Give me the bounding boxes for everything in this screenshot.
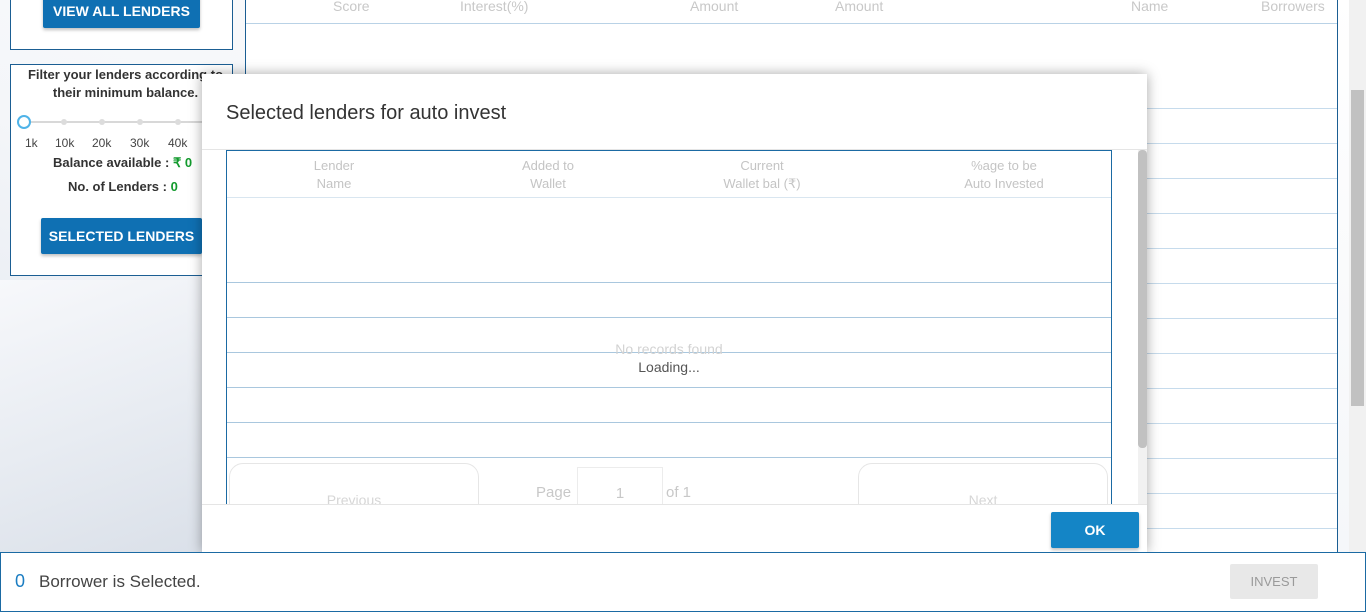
column-header-line: %age to be xyxy=(971,158,1037,173)
slider-tick-dot xyxy=(61,119,67,125)
column-header: Score xyxy=(333,0,370,14)
balance-value: ₹ 0 xyxy=(172,155,193,170)
column-header-line: Name xyxy=(316,176,352,191)
row-divider xyxy=(227,387,1111,388)
previous-page-button[interactable]: Previous xyxy=(229,463,479,504)
invest-button[interactable]: INVEST xyxy=(1230,564,1318,599)
page-scrollbar-thumb[interactable] xyxy=(1351,90,1364,406)
column-header: Name xyxy=(1131,0,1169,14)
table-header-divider xyxy=(227,197,1111,198)
selection-bar: 0 Borrower is Selected. INVEST xyxy=(0,552,1366,612)
view-all-lenders-button[interactable]: VIEW ALL LENDERS xyxy=(43,0,200,28)
slider-tick-label: 20k xyxy=(92,136,112,150)
slider-tick-label: 10k xyxy=(55,136,75,150)
page-label: Page xyxy=(536,484,572,501)
balance-slider-handle[interactable] xyxy=(17,115,31,129)
column-header-current-wallet-bal: Current Wallet bal (₹) xyxy=(655,157,869,193)
row-divider xyxy=(227,457,1111,458)
modal-title: Selected lenders for auto invest xyxy=(226,102,507,124)
selected-lenders-modal: Selected lenders for auto invest Lender … xyxy=(202,74,1147,552)
column-header-line: Wallet bal (₹) xyxy=(723,176,801,191)
ok-button[interactable]: OK xyxy=(1051,512,1139,548)
page-number-input[interactable]: 1 xyxy=(577,467,663,504)
slider-tick-label: 1k xyxy=(25,136,38,150)
column-header-lender-name: Lender Name xyxy=(227,157,441,193)
column-header: Interest(%) xyxy=(460,0,529,14)
slider-tick-dot xyxy=(99,119,105,125)
borrowers-table-header: Score Interest(%) Amount Amount Name Bor… xyxy=(246,0,1337,24)
loading-message: Loading... xyxy=(638,359,700,375)
row-divider xyxy=(227,282,1111,283)
column-header: Borrowers xyxy=(1261,0,1325,14)
column-header-line: Lender xyxy=(313,158,355,173)
column-header-line: Added to xyxy=(521,158,575,173)
column-header-line: Wallet xyxy=(530,176,566,191)
column-header-auto-invested: %age to be Auto Invested xyxy=(869,157,1139,193)
lenders-count: No. of Lenders : 0 xyxy=(68,179,178,194)
modal-body: Lender Name Added to Wallet Current Wall… xyxy=(202,150,1147,504)
next-page-button[interactable]: Next xyxy=(858,463,1108,504)
no-records-message: No records found xyxy=(615,341,723,357)
slider-tick-dot xyxy=(175,119,181,125)
lenders-label: No. of Lenders : xyxy=(68,179,167,194)
filter-description: Filter your lenders according to their m… xyxy=(27,67,224,100)
column-header: Amount xyxy=(835,0,884,14)
balance-available: Balance available : ₹ 0 xyxy=(53,155,192,171)
lenders-value: 0 xyxy=(170,179,178,194)
row-divider xyxy=(227,422,1111,423)
slider-tick-dot xyxy=(137,119,143,125)
modal-scrollbar-thumb[interactable] xyxy=(1138,150,1147,448)
balance-label: Balance available : xyxy=(53,155,170,170)
modal-footer-divider xyxy=(202,504,1147,505)
lenders-table: Lender Name Added to Wallet Current Wall… xyxy=(226,150,1112,504)
row-divider xyxy=(227,317,1111,318)
page-total-label: of 1 xyxy=(666,484,692,501)
column-header-added-to-wallet: Added to Wallet xyxy=(441,157,655,193)
selected-count: 0 xyxy=(15,571,26,591)
column-header-line: Auto Invested xyxy=(964,176,1044,191)
slider-tick-label: 40k xyxy=(168,136,188,150)
column-header: Amount xyxy=(690,0,739,14)
selected-lenders-button[interactable]: SELECTED LENDERS xyxy=(41,218,202,254)
slider-tick-label: 30k xyxy=(130,136,150,150)
column-header-line: Current xyxy=(740,158,784,173)
selected-text: Borrower is Selected. xyxy=(39,572,201,591)
